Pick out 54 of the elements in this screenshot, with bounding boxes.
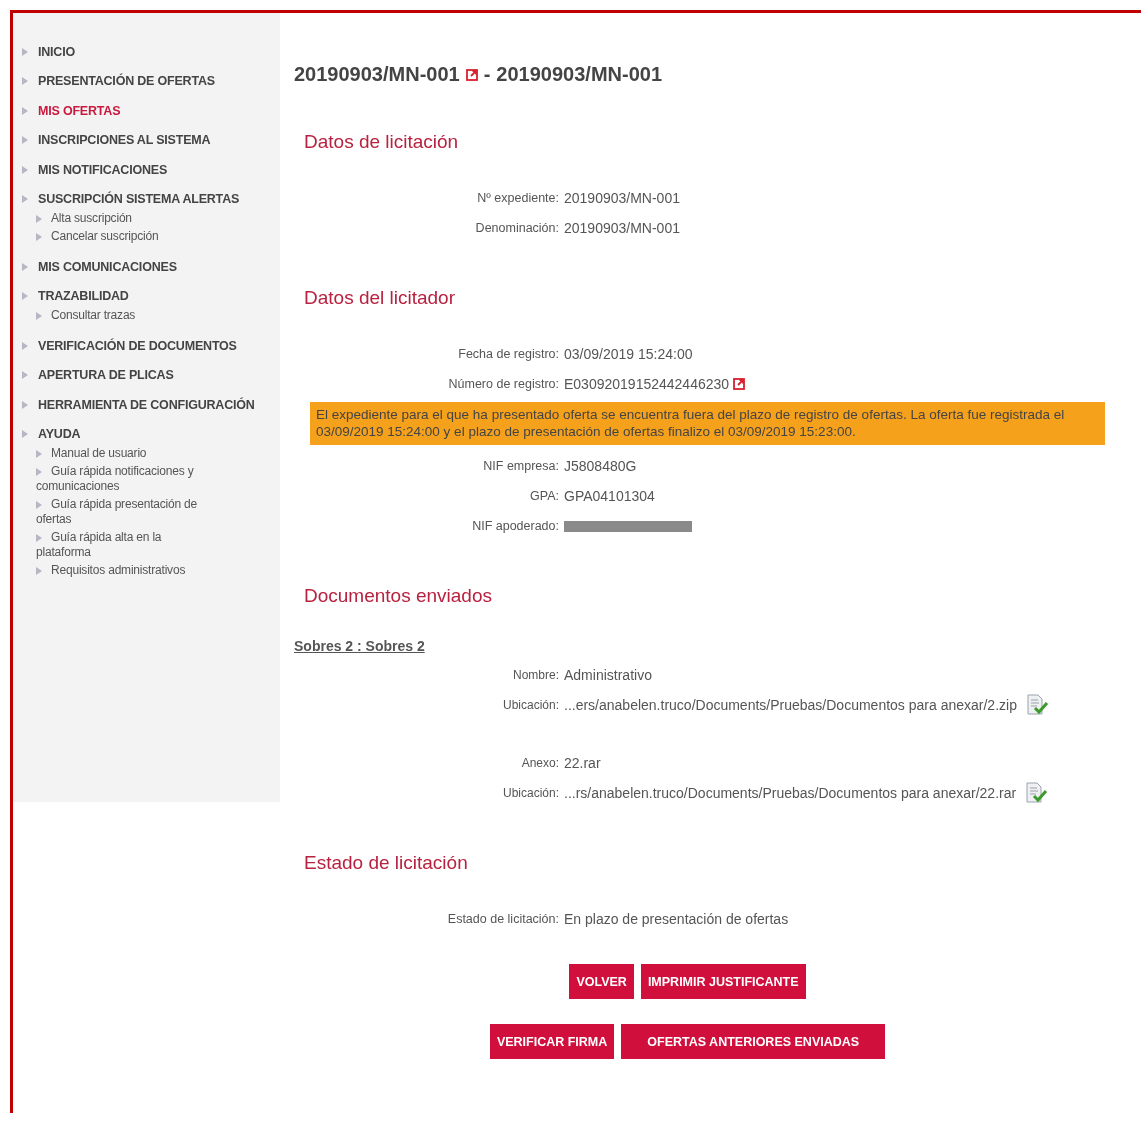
field-label: Estado de licitación: (446, 912, 559, 926)
file-check-icon (1024, 694, 1049, 716)
nav-subitem[interactable]: Cancelar suscripción (13, 228, 231, 246)
field-value: En plazo de presentación de ofertas (564, 911, 789, 927)
field-label: Denominación: (474, 221, 559, 235)
field-label: Ubicación: (501, 698, 559, 712)
nav-item[interactable]: MIS COMUNICACIONES (13, 252, 280, 282)
field-label: GPA: (529, 489, 559, 503)
external-link-icon[interactable] (465, 68, 478, 81)
field-value: Administrativo (564, 667, 652, 683)
nav-subitem[interactable]: Guía rápida presentación de ofertas (13, 496, 231, 529)
field-value: E03092019152442446230 (564, 376, 730, 392)
section-title: Estado de licitación (304, 852, 469, 874)
field-value: GPA04101304 (564, 488, 655, 504)
action-button[interactable]: IMPRIMIR JUSTIFICANTE (640, 964, 806, 999)
nav-item[interactable]: HERRAMIENTA DE CONFIGURACIÓN (13, 390, 280, 420)
section-title: Datos del licitador (304, 287, 457, 309)
nav-item[interactable]: MIS NOTIFICACIONES (13, 155, 280, 185)
action-button[interactable]: VERIFICAR FIRMA (489, 1024, 615, 1059)
envelope-heading: Sobres 2 : Sobres 2 (294, 638, 425, 654)
field-value: 20190903/MN-001 (564, 190, 680, 206)
action-button[interactable]: OFERTAS ANTERIORES ENVIADAS (621, 1024, 886, 1059)
file-path: ...ers/anabelen.truco/Documents/Pruebas/Documentos para anexar/2.zip (564, 697, 1017, 713)
section-title: Datos de licitación (304, 131, 460, 153)
file-path: ...rs/anabelen.truco/Documents/Pruebas/Documentos para anexar/22.rar (564, 785, 1017, 801)
nav-subitem[interactable]: Requisitos administrativos (13, 562, 231, 580)
field-value: 20190903/MN-001 (564, 220, 680, 236)
field-value: 22.rar (564, 755, 601, 771)
field-label: Nº expediente: (476, 191, 559, 205)
field-value: J5808480G (564, 458, 637, 474)
page-title: 20190903/MN-001 (496, 63, 663, 86)
field-label: NIF apoderado: (471, 519, 559, 533)
nav-item[interactable]: INICIO (13, 37, 280, 67)
field-label: Número de registro: (447, 377, 559, 391)
section-title: Documentos enviados (304, 585, 493, 607)
field-label: Fecha de registro: (457, 347, 559, 361)
title-separator: - (483, 63, 491, 86)
field-label: Anexo: (520, 756, 559, 770)
warning-message: El expediente para el que ha presentado oferta se encuentra fuera del plazo de registro de ofertas. La oferta fue registrada el 03/09/2019 15:24:00 y el plazo de presentación de ofertas finalizo el 03/09/2019 15:23:00. (310, 402, 1105, 445)
nav-item[interactable]: PRESENTACIÓN DE OFERTAS (13, 66, 280, 96)
nav-item[interactable]: VERIFICACIÓN DE DOCUMENTOS (13, 331, 280, 361)
field-label: NIF empresa: (482, 459, 559, 473)
nav-subitem[interactable]: Guía rápida alta en la plataforma (13, 529, 231, 562)
nav-item[interactable]: INSCRIPCIONES AL SISTEMA (13, 125, 280, 155)
nav-item[interactable]: APERTURA DE PLICAS (13, 360, 280, 390)
page-title: 20190903/MN-001 (294, 63, 460, 86)
file-check-icon (1024, 782, 1049, 804)
field-value: 03/09/2019 15:24:00 (564, 346, 693, 362)
action-button[interactable]: VOLVER (569, 964, 634, 999)
external-link-icon[interactable] (733, 378, 746, 390)
nav-subitem[interactable]: Guía rápida notificaciones y comunicaciones (13, 463, 231, 496)
field-label: Nombre: (512, 668, 559, 682)
nav-item[interactable]: MIS OFERTAS (13, 96, 280, 126)
field-label: Ubicación: (501, 786, 559, 800)
